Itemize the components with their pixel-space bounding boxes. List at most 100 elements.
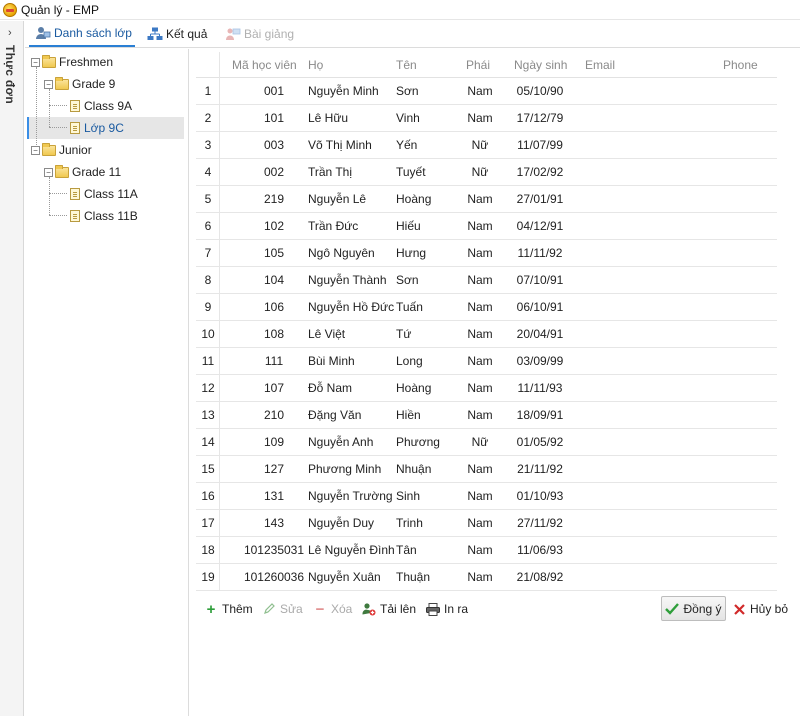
cell-first-name[interactable]: Sơn	[396, 273, 419, 287]
column-header-first-name[interactable]: Tên	[396, 58, 417, 72]
cell-student-id[interactable]: 219	[232, 192, 316, 206]
cell-first-name[interactable]: Tân	[396, 543, 417, 557]
table-row[interactable]: 2 101 Lê Hữu Vinh Nam 17/12/79	[196, 105, 777, 132]
cell-gender[interactable]: Nam	[460, 489, 500, 503]
cell-birthdate[interactable]: 11/11/93	[514, 381, 566, 395]
cell-gender[interactable]: Nam	[460, 408, 500, 422]
cell-last-name[interactable]: Nguyễn Xuân	[308, 570, 381, 584]
cell-birthdate[interactable]: 27/11/92	[514, 516, 566, 530]
column-header-email[interactable]: Email	[585, 58, 615, 72]
table-row[interactable]: 12 107 Đỗ Nam Hoàng Nam 11/11/93	[196, 375, 777, 402]
cell-student-id[interactable]: 105	[232, 246, 316, 260]
cell-last-name[interactable]: Lê Hữu	[308, 111, 348, 125]
menu-sidebar[interactable]: › Thực đơn	[0, 21, 24, 716]
cell-first-name[interactable]: Vinh	[396, 111, 420, 125]
table-row[interactable]: 17 143 Nguyễn Duy Trinh Nam 27/11/92	[196, 510, 777, 537]
cell-first-name[interactable]: Hiền	[396, 408, 421, 422]
cell-student-id[interactable]: 127	[232, 462, 316, 476]
cell-student-id[interactable]: 111	[232, 354, 316, 368]
cell-birthdate[interactable]: 01/05/92	[514, 435, 566, 449]
cell-first-name[interactable]: Long	[396, 354, 423, 368]
cell-first-name[interactable]: Tuấn	[396, 300, 423, 314]
cell-gender[interactable]: Nam	[460, 111, 500, 125]
column-header-last-name[interactable]: Họ	[308, 58, 323, 72]
cell-birthdate[interactable]: 03/09/99	[514, 354, 566, 368]
cell-first-name[interactable]: Thuận	[396, 570, 430, 584]
cell-first-name[interactable]: Nhuận	[396, 462, 431, 476]
table-row[interactable]: 18 101235031 Lê Nguyễn Đình Tân Nam 11/06/93	[196, 537, 777, 564]
cell-last-name[interactable]: Đỗ Nam	[308, 381, 352, 395]
table-row[interactable]: 5 219 Nguyễn Lê Hoàng Nam 27/01/91	[196, 186, 777, 213]
cell-birthdate[interactable]: 05/10/90	[514, 84, 566, 98]
column-header-birthdate[interactable]: Ngày sinh	[514, 58, 567, 72]
collapse-icon[interactable]: −	[31, 145, 40, 155]
cell-last-name[interactable]: Trần Thị	[308, 165, 352, 179]
cell-student-id[interactable]: 109	[232, 435, 316, 449]
cell-gender[interactable]: Nam	[460, 462, 500, 476]
cell-gender[interactable]: Nam	[460, 516, 500, 530]
cell-birthdate[interactable]: 27/01/91	[514, 192, 566, 206]
cell-gender[interactable]: Nam	[460, 273, 500, 287]
upload-button[interactable]: Tải lên	[362, 597, 416, 621]
cell-gender[interactable]: Nam	[460, 219, 500, 233]
tree-node-freshmen[interactable]: − Freshmen	[31, 52, 113, 72]
cell-gender[interactable]: Nam	[460, 570, 500, 584]
cell-birthdate[interactable]: 21/08/92	[514, 570, 566, 584]
table-row[interactable]: 16 131 Nguyễn Trường Sinh Nam 01/10/93	[196, 483, 777, 510]
cell-student-id[interactable]: 001	[232, 84, 316, 98]
cell-gender[interactable]: Nam	[460, 543, 500, 557]
cell-first-name[interactable]: Hiếu	[396, 219, 421, 233]
cell-gender[interactable]: Nam	[460, 354, 500, 368]
cell-gender[interactable]: Nam	[460, 246, 500, 260]
cell-last-name[interactable]: Nguyễn Thành	[308, 273, 387, 287]
cell-birthdate[interactable]: 21/11/92	[514, 462, 566, 476]
cell-birthdate[interactable]: 20/04/91	[514, 327, 566, 341]
cell-last-name[interactable]: Lê Nguyễn Đình	[308, 543, 395, 557]
tree-node-class-11b[interactable]: Class 11B	[70, 206, 138, 226]
table-row[interactable]: 11 111 Bùi Minh Long Nam 03/09/99	[196, 348, 777, 375]
cell-student-id[interactable]: 104	[232, 273, 316, 287]
collapse-icon[interactable]: −	[44, 167, 53, 177]
tree-node-class-9a[interactable]: Class 9A	[70, 96, 132, 116]
cell-last-name[interactable]: Võ Thị Minh	[308, 138, 372, 152]
cell-gender[interactable]: Nam	[460, 300, 500, 314]
print-button[interactable]: In ra	[426, 597, 468, 621]
column-header-gender[interactable]: Phái	[466, 58, 490, 72]
cell-last-name[interactable]: Nguyễn Hồ Đức	[308, 300, 394, 314]
cell-gender[interactable]: Nam	[460, 84, 500, 98]
ok-button[interactable]: Đồng ý	[661, 596, 726, 621]
cell-student-id[interactable]: 143	[232, 516, 316, 530]
cell-first-name[interactable]: Sinh	[396, 489, 420, 503]
cell-gender[interactable]: Nam	[460, 381, 500, 395]
table-row[interactable]: 6 102 Trần Đức Hiếu Nam 04/12/91	[196, 213, 777, 240]
cell-first-name[interactable]: Hoàng	[396, 381, 431, 395]
cell-last-name[interactable]: Nguyễn Anh	[308, 435, 373, 449]
chevron-right-icon[interactable]: ›	[8, 27, 12, 39]
cell-birthdate[interactable]: 06/10/91	[514, 300, 566, 314]
tab-results[interactable]: Kết quả	[141, 21, 211, 47]
cell-birthdate[interactable]: 07/10/91	[514, 273, 566, 287]
cell-gender[interactable]: Nam	[460, 192, 500, 206]
add-button[interactable]: + Thêm	[204, 597, 253, 621]
cell-student-id[interactable]: 003	[232, 138, 316, 152]
cell-last-name[interactable]: Nguyễn Duy	[308, 516, 374, 530]
cell-birthdate[interactable]: 11/06/93	[514, 543, 566, 557]
table-row[interactable]: 14 109 Nguyễn Anh Phương Nữ 01/05/92	[196, 429, 777, 456]
table-row[interactable]: 3 003 Võ Thị Minh Yến Nữ 11/07/99	[196, 132, 777, 159]
tree-node-grade-9[interactable]: − Grade 9	[44, 74, 115, 94]
collapse-icon[interactable]: −	[31, 57, 40, 67]
cell-last-name[interactable]: Phương Minh	[308, 462, 381, 476]
cell-first-name[interactable]: Tứ	[396, 327, 411, 341]
collapse-icon[interactable]: −	[44, 79, 53, 89]
cell-birthdate[interactable]: 01/10/93	[514, 489, 566, 503]
table-row[interactable]: 15 127 Phương Minh Nhuận Nam 21/11/92	[196, 456, 777, 483]
table-row[interactable]: 13 210 Đặng Văn Hiền Nam 18/09/91	[196, 402, 777, 429]
cell-birthdate[interactable]: 04/12/91	[514, 219, 566, 233]
cell-last-name[interactable]: Trần Đức	[308, 219, 358, 233]
column-header-student-id[interactable]: Mã học viên	[232, 58, 297, 72]
cancel-button[interactable]: Hủy bỏ	[732, 597, 788, 621]
cell-student-id[interactable]: 002	[232, 165, 316, 179]
table-row[interactable]: 10 108 Lê Việt Tứ Nam 20/04/91	[196, 321, 777, 348]
tree-node-junior[interactable]: − Junior	[31, 140, 92, 160]
cell-student-id[interactable]: 101235031	[232, 543, 316, 557]
